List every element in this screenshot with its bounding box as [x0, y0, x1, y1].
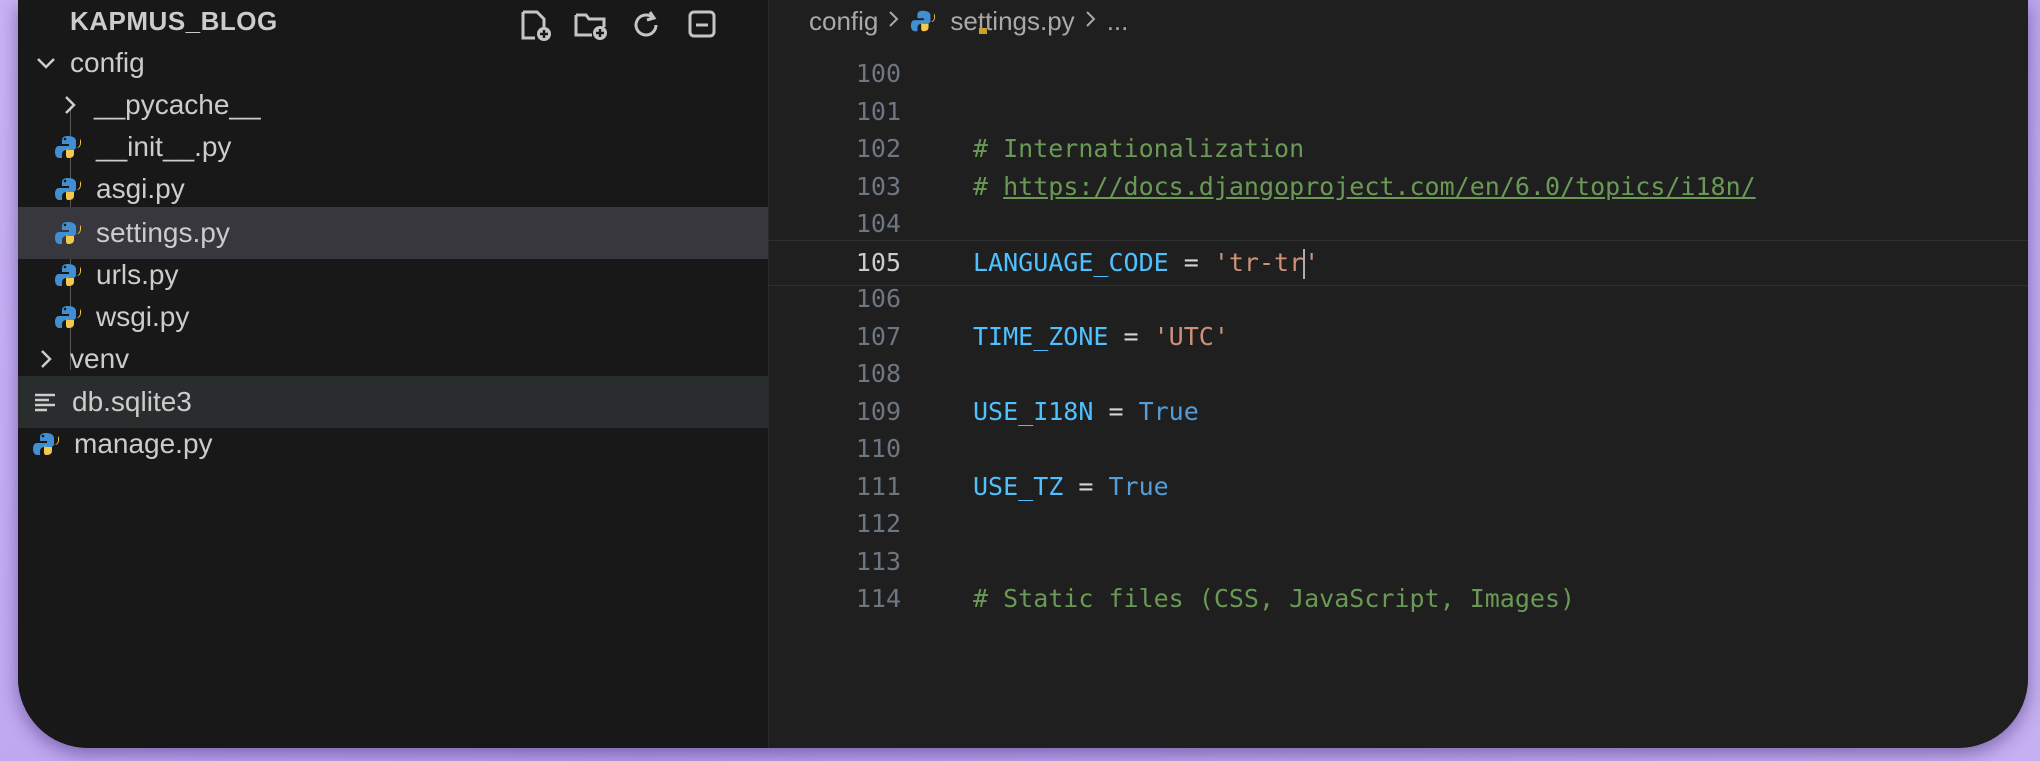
- tree-item-label: config: [70, 47, 145, 78]
- line-number: 114: [855, 584, 901, 613]
- python-file-icon: [54, 303, 82, 331]
- code-token: LANGUAGE_CODE: [973, 247, 1169, 277]
- code-token: #: [973, 171, 1004, 201]
- chevron-right-icon: [1083, 8, 1099, 36]
- chevron-down-icon: [32, 49, 60, 77]
- breadcrumb: config settings.py ...: [809, 6, 1128, 37]
- code-token: =: [1108, 321, 1154, 351]
- code-token: True: [1108, 471, 1169, 501]
- code-token: True: [1138, 396, 1199, 426]
- code-token: =: [1063, 471, 1109, 501]
- text-file-icon: [32, 388, 60, 416]
- code-token: USE_TZ: [973, 471, 1064, 501]
- tree-item-label: asgi.py: [96, 173, 185, 204]
- code-token: =: [1093, 396, 1139, 426]
- tree-item-label: db.sqlite3: [72, 386, 192, 417]
- chevron-right-icon: [32, 345, 60, 373]
- tree-item-label: wsgi.py: [96, 301, 190, 332]
- breadcrumb-folder[interactable]: config: [809, 6, 878, 37]
- tree-item-label: urls.py: [96, 259, 179, 290]
- code-text: # Static files (CSS, JavaScript, Images): [973, 577, 1575, 621]
- tree-item-label: __init__.py: [96, 131, 232, 162]
- project-title: KAPMUS_BLOG: [70, 6, 278, 36]
- code-token: 'UTC': [1153, 321, 1229, 351]
- code-token: USE_I18N: [973, 396, 1094, 426]
- chevron-right-icon: [56, 91, 84, 119]
- tree-item-label: settings.py: [96, 217, 230, 248]
- python-file-icon: [54, 133, 82, 161]
- code-editor[interactable]: config settings.py ... 100 101 102 # Intern…: [769, 0, 2028, 748]
- code-line[interactable]: 114 # Static files (CSS, JavaScript, Imag…: [769, 577, 2028, 621]
- bracket-match-marker: [979, 28, 987, 34]
- python-file-icon: [910, 8, 938, 36]
- breadcrumb-symbol[interactable]: ...: [1107, 6, 1129, 37]
- code-token: TIME_ZONE: [973, 321, 1109, 351]
- explorer-sidebar: KAPMUS_BLOG config __pycache__ __init__.…: [18, 0, 769, 748]
- tree-file-manage[interactable]: manage.py: [18, 418, 768, 470]
- breadcrumb-file[interactable]: settings.py: [950, 6, 1074, 37]
- code-token: 'tr-tr: [1213, 247, 1305, 277]
- tree-item-label: venv: [70, 343, 130, 374]
- python-file-icon: [54, 175, 82, 203]
- tree-item-label: manage.py: [74, 428, 213, 459]
- code-token: # Static files (CSS, JavaScript, Images): [973, 584, 1576, 613]
- code-token: =: [1168, 247, 1214, 277]
- code-token[interactable]: https://docs.djangoproject.com/en/6.0/to…: [1003, 172, 1756, 201]
- code-token: # Internationalization: [973, 134, 1305, 163]
- code-token: ': [1304, 247, 1320, 277]
- tree-item-label: __pycache__: [94, 89, 261, 120]
- vscode-window: KAPMUS_BLOG config __pycache__ __init__.…: [18, 0, 2028, 748]
- python-file-icon: [54, 219, 82, 247]
- python-file-icon: [54, 261, 82, 289]
- chevron-right-icon: [886, 8, 902, 36]
- python-file-icon: [32, 430, 60, 458]
